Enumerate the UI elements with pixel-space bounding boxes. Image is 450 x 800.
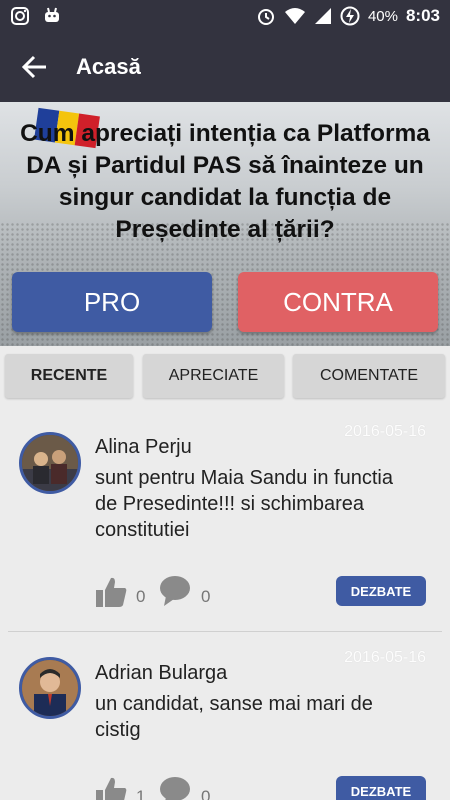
comment-author: Adrian Bularga bbox=[95, 662, 228, 684]
like-count: 1 bbox=[136, 787, 146, 800]
comment-text: sunt pentru Maia Sandu in functia de Pre… bbox=[95, 467, 393, 541]
like-count: 0 bbox=[136, 587, 146, 606]
contra-button[interactable]: CONTRA bbox=[238, 272, 438, 332]
wifi-icon bbox=[284, 8, 305, 24]
thumbs-up-icon[interactable] bbox=[94, 575, 128, 609]
clock: 8:03 bbox=[405, 6, 440, 25]
avatar bbox=[19, 657, 81, 719]
back-arrow-icon[interactable] bbox=[20, 52, 50, 82]
signal-icon bbox=[314, 8, 331, 24]
thumbs-up-icon[interactable] bbox=[94, 775, 128, 800]
tab-comentate[interactable]: COMENTATE bbox=[293, 354, 445, 398]
page-title: Acasă bbox=[76, 54, 141, 79]
comment-date: 2016-05-16 bbox=[344, 423, 426, 440]
sort-tabs: RECENTE APRECIATE COMENTATE bbox=[0, 346, 450, 406]
comment-item: Alina Perju 2016-05-16 sunt pentru Maia … bbox=[0, 406, 450, 632]
avatar bbox=[19, 432, 81, 494]
app-bar: Acasă bbox=[0, 32, 450, 102]
comment-date: 2016-05-16 bbox=[344, 649, 426, 666]
pro-button[interactable]: PRO bbox=[12, 272, 212, 332]
dezbate-button[interactable]: DEZBATE bbox=[336, 776, 426, 800]
reply-count: 0 bbox=[201, 587, 211, 606]
comment-icon[interactable] bbox=[158, 775, 192, 800]
battery-icon bbox=[340, 6, 360, 26]
comment-author: Alina Perju bbox=[95, 436, 192, 458]
alarm-icon bbox=[257, 9, 274, 25]
dezbate-button[interactable]: DEZBATE bbox=[336, 576, 426, 606]
poll-question: Cum apreciați intenția ca Platforma DA ș… bbox=[20, 120, 430, 243]
battery-level: 40% bbox=[367, 7, 398, 25]
comment-icon[interactable] bbox=[158, 574, 192, 608]
android-icon bbox=[45, 7, 59, 22]
comment-item: Adrian Bularga 2016-05-16 un candidat, s… bbox=[0, 632, 450, 800]
tab-apreciate[interactable]: APRECIATE bbox=[143, 354, 284, 398]
status-bar: 40% 8:03 bbox=[0, 0, 450, 32]
reply-count: 0 bbox=[201, 787, 211, 800]
comment-text: un candidat, sanse mai mari de cistig bbox=[95, 693, 373, 741]
poll-banner: Cum apreciați intenția ca Platforma DA ș… bbox=[0, 102, 450, 346]
instagram-icon bbox=[11, 7, 29, 25]
tab-recente[interactable]: RECENTE bbox=[5, 354, 133, 398]
